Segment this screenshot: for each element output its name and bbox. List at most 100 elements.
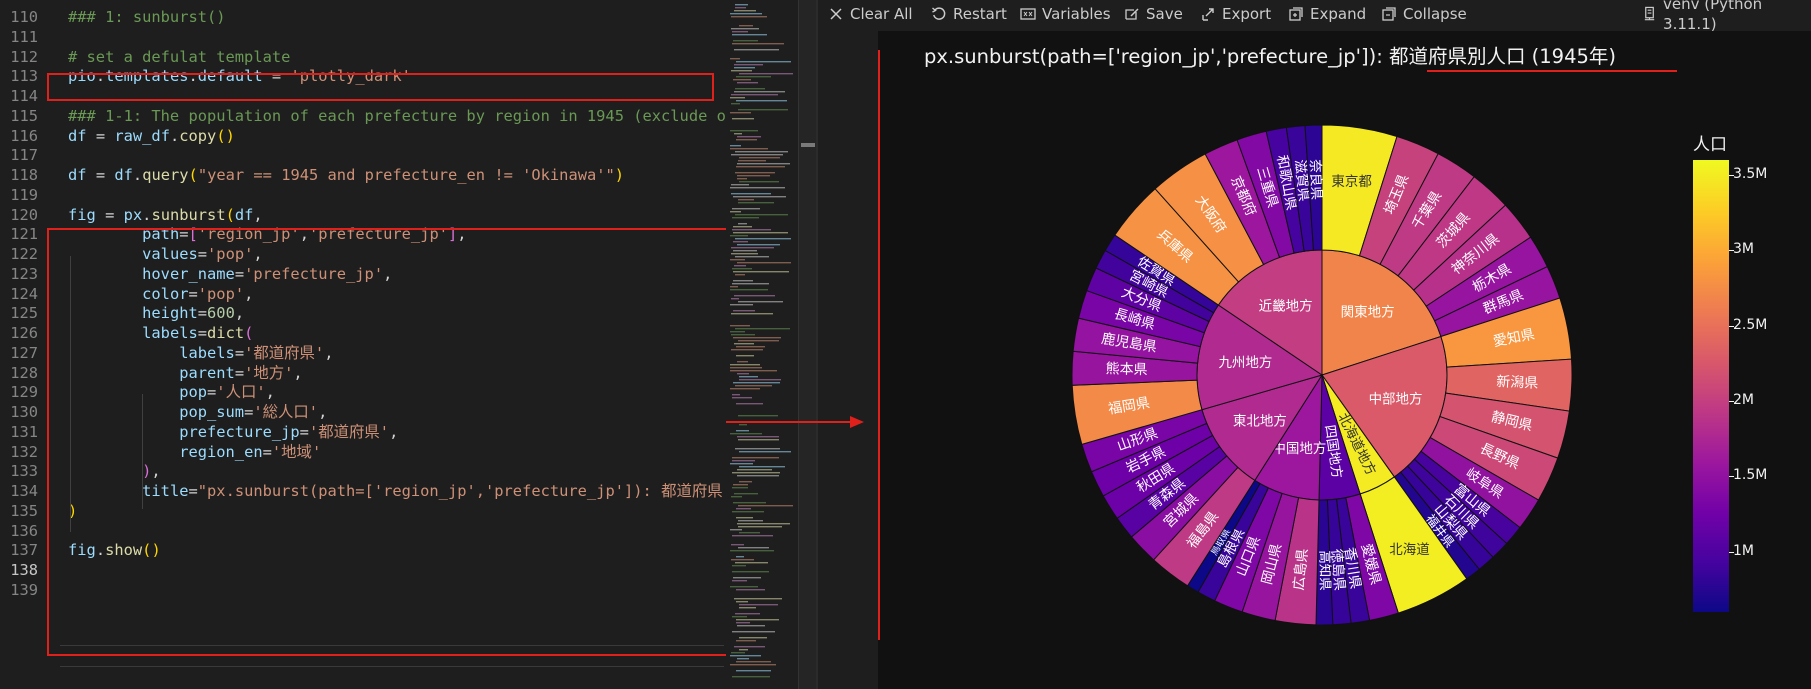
- title-underline-annotation: [1427, 70, 1677, 72]
- minimap-line: [732, 397, 752, 399]
- minimap-line: [736, 661, 771, 663]
- minimap-line: [730, 433, 762, 435]
- minimap-line: [730, 529, 742, 531]
- minimap-line: [737, 82, 758, 84]
- line-number: 139: [10, 580, 38, 599]
- minimap-line: [730, 97, 745, 99]
- minimap-line: [739, 379, 781, 381]
- minimap-line: [735, 256, 769, 258]
- minimap-line: [730, 148, 768, 150]
- editor-scrollbar[interactable]: [798, 0, 817, 689]
- minimap-line: [733, 232, 788, 234]
- minimap-line: [732, 511, 764, 513]
- expand-icon: [1289, 7, 1303, 21]
- colorbar-title: 人口: [1693, 135, 1727, 155]
- output-annotation-line: [878, 50, 880, 640]
- minimap-line: [730, 370, 777, 372]
- minimap[interactable]: [726, 0, 798, 689]
- arrow-annotation: [726, 416, 864, 428]
- minimap-line: [732, 217, 759, 219]
- minimap-line: [736, 670, 771, 672]
- minimap-line: [731, 193, 771, 195]
- minimap-line: [739, 607, 756, 609]
- minimap-lines: [730, 4, 793, 678]
- minimap-line: [738, 439, 779, 441]
- minimap-line: [732, 208, 760, 210]
- minimap-line: [737, 469, 772, 471]
- minimap-line: [734, 343, 754, 345]
- minimap-line: [731, 349, 763, 351]
- minimap-line: [730, 304, 753, 306]
- minimap-line: [731, 247, 774, 249]
- minimap-line: [739, 25, 753, 27]
- minimap-line: [730, 211, 741, 213]
- minimap-line: [736, 346, 765, 348]
- minimap-line: [734, 493, 758, 495]
- kernel-picker[interactable]: venv (Python 3.11.1): [1642, 0, 1811, 33]
- minimap-line: [733, 271, 789, 273]
- close-icon: [830, 8, 842, 20]
- restart-button[interactable]: Restart: [931, 4, 1007, 24]
- minimap-line: [734, 598, 782, 600]
- minimap-line: [733, 241, 748, 243]
- save-button[interactable]: Save: [1124, 4, 1183, 24]
- sunburst-region-label: 九州地方: [1218, 355, 1272, 371]
- minimap-line: [731, 154, 783, 156]
- colorbar-tick-mark: [1729, 250, 1734, 252]
- minimap-line: [737, 175, 770, 177]
- colorbar-tick-mark: [1729, 325, 1734, 327]
- minimap-line: [730, 364, 760, 366]
- minimap-line: [739, 157, 780, 159]
- kernel-label: venv (Python 3.11.1): [1663, 0, 1763, 33]
- minimap-line: [739, 466, 785, 468]
- minimap-line: [736, 61, 791, 63]
- export-button[interactable]: Export: [1200, 4, 1271, 24]
- minimap-line: [738, 547, 769, 549]
- minimap-line: [730, 463, 753, 465]
- minimap-line: [732, 571, 769, 573]
- minimap-line: [736, 589, 765, 591]
- minimap-line: [732, 118, 754, 120]
- sunburst-chart[interactable]: 東京都 埼玉県千葉県茨城県神奈川県栃木県群馬県関東地方愛知県新潟県静岡県長野県岐阜…: [1057, 110, 1587, 640]
- scroll-thumb[interactable]: [801, 143, 815, 147]
- collapse-button[interactable]: Collapse: [1381, 4, 1467, 24]
- minimap-line: [732, 565, 746, 567]
- variables-icon: [1020, 8, 1036, 20]
- minimap-line: [731, 496, 742, 498]
- minimap-line: [736, 619, 779, 621]
- minimap-line: [739, 604, 778, 606]
- minimap-line: [735, 238, 791, 240]
- minimap-line: [737, 178, 747, 180]
- minimap-line: [738, 109, 788, 111]
- minimap-line: [732, 43, 784, 45]
- sunburst-region-label: 関東地方: [1341, 304, 1395, 320]
- minimap-line: [737, 475, 779, 477]
- code-editor[interactable]: 110 ### 1: sunburst() 111 112 # set a defula…: [0, 0, 728, 689]
- minimap-line: [737, 136, 761, 138]
- clear-all-button[interactable]: Clear All: [828, 4, 913, 24]
- minimap-line: [738, 526, 782, 528]
- minimap-line: [733, 196, 786, 198]
- minimap-line: [739, 451, 791, 453]
- minimap-line: [732, 472, 780, 474]
- panel-divider[interactable]: [816, 0, 818, 689]
- minimap-line: [731, 103, 740, 105]
- sunburst-prefecture-label: 東京都: [1331, 174, 1372, 190]
- minimap-line: [736, 640, 756, 642]
- minimap-line: [730, 331, 745, 333]
- minimap-line: [738, 520, 763, 522]
- minimap-line: [738, 223, 747, 225]
- minimap-line: [733, 337, 781, 339]
- expand-button[interactable]: Expand: [1288, 4, 1366, 24]
- minimap-line: [732, 394, 740, 396]
- minimap-line: [735, 7, 746, 9]
- minimap-line: [736, 166, 785, 168]
- minimap-line: [730, 655, 761, 657]
- minimap-line: [736, 355, 754, 357]
- minimap-line: [736, 76, 771, 78]
- minimap-line: [734, 265, 746, 267]
- variables-button[interactable]: Variables: [1020, 4, 1111, 24]
- minimap-line: [735, 328, 790, 330]
- minimap-line: [737, 361, 748, 363]
- minimap-line: [730, 13, 762, 15]
